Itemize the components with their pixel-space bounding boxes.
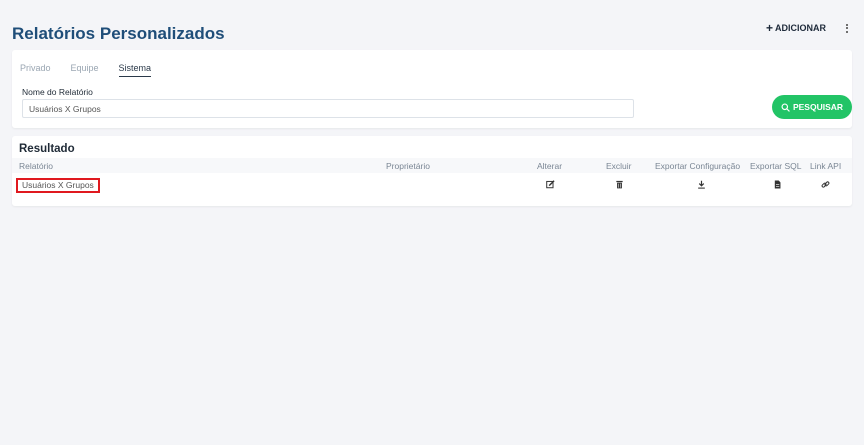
add-button[interactable]: + ADICIONAR: [766, 22, 826, 34]
link-icon[interactable]: [820, 179, 830, 189]
report-name-cell[interactable]: Usuários X Grupos: [16, 178, 100, 193]
search-button[interactable]: PESQUISAR: [772, 95, 852, 119]
file-icon[interactable]: [772, 179, 782, 189]
column-header-owner: Proprietário: [386, 161, 430, 171]
plus-icon: +: [765, 21, 773, 35]
column-header-link-api: Link API: [810, 161, 842, 171]
filter-card: Privado Equipe Sistema Nome do Relatório…: [12, 50, 852, 128]
table-row: Usuários X Grupos: [12, 176, 852, 194]
column-header-delete: Excluir: [606, 161, 632, 171]
table-header: Relatório Proprietário Alterar Excluir E…: [12, 158, 852, 173]
result-card: Resultado Relatório Proprietário Alterar…: [12, 136, 852, 206]
column-header-export-sql: Exportar SQL: [750, 161, 802, 171]
search-icon: [781, 102, 790, 112]
add-button-label: ADICIONAR: [775, 23, 826, 33]
search-button-label: PESQUISAR: [792, 102, 844, 112]
tab-privado[interactable]: Privado: [20, 63, 51, 77]
column-header-report: Relatório: [19, 161, 54, 171]
delete-icon[interactable]: [614, 179, 624, 189]
page-title: Relatórios Personalizados: [12, 24, 225, 43]
more-options-icon[interactable]: [844, 23, 850, 33]
result-title: Resultado: [19, 143, 75, 155]
header-actions: + ADICIONAR: [766, 22, 850, 34]
tab-equipe[interactable]: Equipe: [71, 63, 99, 77]
tabs: Privado Equipe Sistema: [20, 63, 152, 77]
column-header-edit: Alterar: [537, 161, 563, 171]
download-icon[interactable]: [696, 179, 706, 189]
column-header-export-config: Exportar Configuração: [655, 161, 741, 171]
tab-sistema[interactable]: Sistema: [118, 63, 152, 77]
report-name-label: Nome do Relatório: [22, 87, 93, 97]
report-name-input[interactable]: [22, 99, 634, 118]
edit-icon[interactable]: [545, 179, 555, 189]
